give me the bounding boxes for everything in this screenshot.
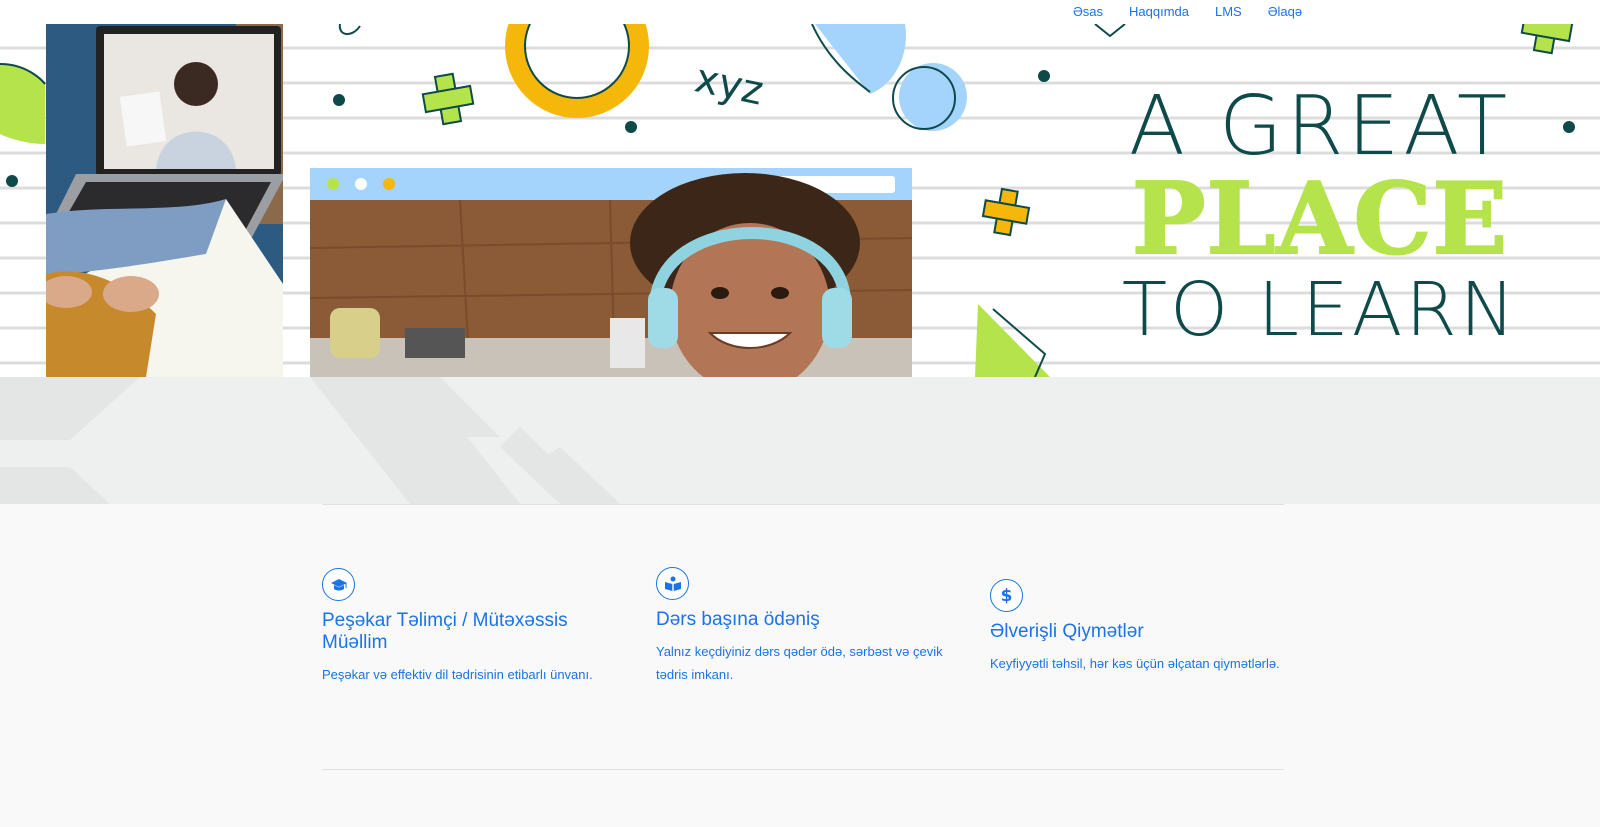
feature-title: Dərs başına ödəniş: [656, 609, 820, 630]
hero-banner: xyz A GREAT PLACE TO LEARN: [0, 24, 1600, 377]
open-book-icon: [656, 567, 689, 600]
feature-pay-per-lesson: Dərs başına ödəniş Yalnız keçdiyiniz dər…: [656, 567, 946, 686]
feature-title: Əlverişli Qiymətlər: [990, 621, 1144, 642]
headline-line-2: PLACE: [1131, 162, 1509, 277]
nav-about-link[interactable]: Haqqımda: [1129, 4, 1189, 19]
dollar-icon: $: [990, 579, 1023, 612]
nav-home-link[interactable]: Əsas: [1073, 4, 1103, 19]
hero-headline: A GREAT PLACE TO LEARN: [1120, 79, 1520, 353]
nav-contact-link[interactable]: Əlaqə: [1268, 4, 1302, 19]
band-chevron-pattern: [0, 377, 620, 504]
headline-line-1: A GREAT: [1128, 79, 1512, 174]
feature-description: Yalnız keçdiyiniz dərs qədər ödə, sərbəs…: [656, 644, 943, 682]
laptop-video-call-photo: [46, 24, 283, 377]
feature-description: Keyfiyyətli təhsil, hər kəs üçün əlçatan…: [990, 656, 1280, 671]
feature-description: Peşəkar və effektiv dil tədrisinin etiba…: [322, 667, 593, 682]
features-section: Peşəkar Təlimçi / Mütəxəssis Müəllim Peş…: [322, 560, 1284, 720]
nav-lms-link[interactable]: LMS: [1215, 4, 1242, 19]
feature-affordable-prices: $ Əlverişli Qiymətlər Keyfiyyətli təhsil…: [990, 579, 1280, 675]
section-divider-top: [322, 504, 1284, 505]
main-nav: Əsas Haqqımda LMS Əlaqə: [1073, 4, 1302, 19]
graduation-cap-icon: [322, 568, 355, 601]
headline-line-3: TO LEARN: [1121, 267, 1519, 353]
section-divider-bottom: [322, 769, 1284, 770]
decorative-band: [0, 377, 1600, 504]
child-with-headphones-photo: [310, 168, 912, 377]
feature-professional-teacher: Peşəkar Təlimçi / Mütəxəssis Müəllim Peş…: [322, 568, 612, 686]
feature-title: Peşəkar Təlimçi / Mütəxəssis Müəllim: [322, 610, 568, 653]
top-navigation-bar: Əsas Haqqımda LMS Əlaqə: [0, 0, 1600, 24]
